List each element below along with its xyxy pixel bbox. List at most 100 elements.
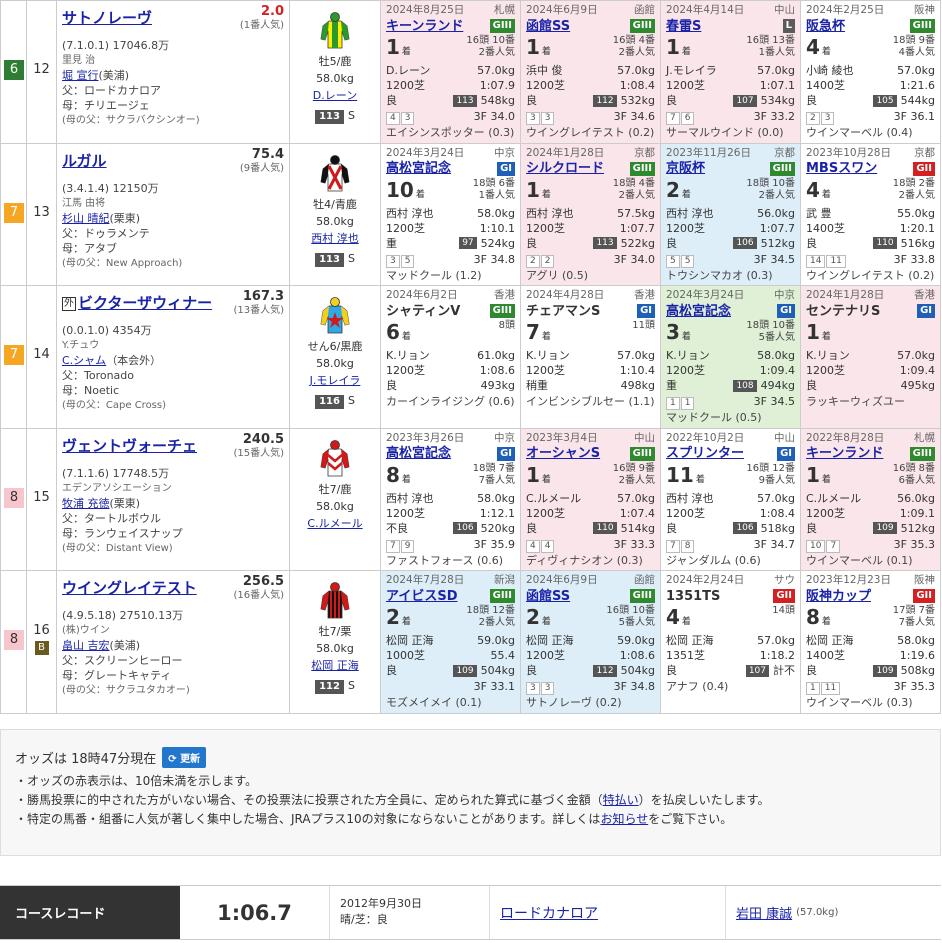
grade-badge: GIII <box>489 19 515 33</box>
past-race-link[interactable]: キーンランド <box>806 446 883 461</box>
finish-position-value: 2 <box>526 605 540 630</box>
past-race-cell: 2022年8月28日 札幌 キーンランド GIII 1 着 16頭 8番 6番人気 C.ル… <box>801 428 941 571</box>
past-race-link[interactable]: 高松宮記念 <box>386 161 451 176</box>
jockey-link[interactable]: 西村 淳也 <box>311 232 359 245</box>
waku-badge: 8 <box>4 487 24 508</box>
trainer-link[interactable]: 杉山 晴紀 <box>62 212 110 225</box>
field-size: 16頭 13番 <box>746 35 795 46</box>
trainer-link[interactable]: 牧浦 充徳 <box>62 497 110 510</box>
past-race-link[interactable]: オーシャンS <box>526 446 600 461</box>
course-record-jockey-link[interactable]: 岩田 康誠 <box>736 903 792 922</box>
past-race-venue: 札幌 <box>494 4 515 16</box>
finish-position-value: 11 <box>666 462 694 487</box>
past-race-link[interactable]: アイビスSD <box>386 589 458 604</box>
past-race-date: 2024年1月28日 <box>526 146 605 159</box>
past-track-line: 良 107 計不 <box>666 663 795 678</box>
past-race-link[interactable]: 阪急杯 <box>806 19 845 34</box>
track-condition: 不良 <box>386 521 408 535</box>
field-size: 18頭 10番 <box>746 320 795 332</box>
past-time: 1:12.1 <box>479 506 515 520</box>
field-info: 16頭 13番 1番人気 <box>746 35 795 59</box>
waku-cell: 7 <box>1 143 27 286</box>
track-condition: 良 <box>386 94 397 107</box>
refresh-button[interactable]: ⟳ 更新 <box>162 746 207 768</box>
past-jockey-line: 西村 淳也 58.0kg <box>386 491 515 506</box>
past-race-result: 8 着 18頭 7番 7番人気 <box>386 463 515 491</box>
jockey-link[interactable]: D.レーン <box>313 89 357 102</box>
speed-index-suffix: S <box>347 679 355 693</box>
horse-record-line: (0.0.1.0) 4354万 <box>62 323 284 338</box>
horse-name-link[interactable]: ルガル <box>62 150 107 171</box>
last-3f: 3F 34.6 <box>613 110 655 123</box>
horse-owner: エデンアソシエーション <box>62 482 172 494</box>
race-popularity: 2番人気 <box>478 617 515 629</box>
past-jockey: 西村 淳也 <box>666 491 714 505</box>
course-record-horse-link[interactable]: ロードカナロア <box>500 903 598 923</box>
jockey-link[interactable]: J.モレイラ <box>310 374 361 387</box>
oshirase-link[interactable]: お知らせ <box>600 812 648 826</box>
past-jockey-line: 松岡 正海 59.0kg <box>526 633 655 648</box>
past-time: 1:10.4 <box>619 364 655 378</box>
race-popularity: 2番人気 <box>758 189 795 201</box>
past-race-link[interactable]: スプリンター <box>666 446 744 461</box>
jockey-link[interactable]: C.ルメール <box>307 517 362 530</box>
course-record-time: 1:06.7 <box>180 886 330 939</box>
corner-pos-2: 3 <box>820 112 835 125</box>
past-race-link[interactable]: 函館SS <box>526 19 570 34</box>
past-race-header: 2024年4月14日 中山 <box>666 3 795 17</box>
past-race-link[interactable]: MBSスワン <box>806 161 877 176</box>
waku-badge: 8 <box>4 630 24 651</box>
past-race-link[interactable]: 阪神カップ <box>806 589 871 604</box>
horse-name-link[interactable]: ビクターザウィナー <box>78 292 212 313</box>
past-corner-line: 4 3 3F 34.0 <box>386 109 515 125</box>
past-race-link[interactable]: 高松宮記念 <box>666 304 731 319</box>
trainer-link[interactable]: 畠山 吉宏 <box>62 639 110 652</box>
past-index: 113 <box>593 237 617 250</box>
winner-info: ラッキーウィズユー <box>806 395 905 409</box>
tokubarai-link[interactable]: 特払い <box>603 793 639 807</box>
past-race-link[interactable]: シルクロード <box>526 161 604 176</box>
horse-name-link[interactable]: ウイングレイテスト <box>62 577 197 598</box>
finish-position: 4着 <box>806 178 831 207</box>
field-info: 17頭 7番 7番人気 <box>893 605 935 629</box>
past-race-link[interactable]: 高松宮記念 <box>386 446 451 461</box>
trainer-link[interactable]: 堀 宣行 <box>62 69 99 82</box>
past-track-line: 良 110 516kg <box>806 236 935 251</box>
past-race-link[interactable]: 函館SS <box>526 589 570 604</box>
horse-record: (7.1.0.1) <box>62 39 110 52</box>
past-corner-line: 4 4 3F 33.3 <box>526 537 655 553</box>
horse-name-link[interactable]: サトノレーヴ <box>62 7 152 28</box>
past-weight: 57.0kg <box>617 349 655 363</box>
past-race-header: 2024年6月2日 香港 <box>386 288 515 302</box>
past-jockey-line: 西村 淳也 56.0kg <box>666 206 795 221</box>
past-race-venue: 京都 <box>774 146 795 159</box>
finish-position-suffix: 着 <box>401 47 411 57</box>
past-race-cell: 2024年1月28日 香港 センテナリS GI 1着 K.リョン 57.0kg 120… <box>801 286 941 428</box>
past-dist-line: 1200芝 1:09.1 <box>806 506 935 521</box>
past-race-link[interactable]: キーンランド <box>386 19 463 34</box>
body-weight: 計不 <box>773 664 795 678</box>
past-weight: 58.0kg <box>757 349 795 363</box>
trainer-link[interactable]: C.シャム <box>62 354 106 367</box>
past-race-venue: 香港 <box>494 289 515 302</box>
horse-name-link[interactable]: ヴェントヴォーチェ <box>62 435 197 456</box>
past-corner-line: 3F 33.1 <box>386 679 515 695</box>
horse-record-line: (7.1.0.1) 17046.8万 <box>62 38 284 53</box>
finish-position-value: 8 <box>386 462 400 487</box>
course-record-date: 2012年9月30日 <box>340 897 422 910</box>
past-index: 112 <box>593 94 617 107</box>
jockey-link[interactable]: 松岡 正海 <box>311 659 359 672</box>
past-race-link[interactable]: 春雷S <box>666 19 701 34</box>
finish-position-value: 3 <box>666 320 680 345</box>
track-condition: 重 <box>386 236 397 250</box>
umaban-cell: 12 <box>27 1 57 143</box>
corner-pos-2: 4 <box>540 539 555 553</box>
track-condition: 稍重 <box>526 379 548 393</box>
past-race-result: 8 着 17頭 7番 7番人気 <box>806 605 935 633</box>
race-popularity: 2番人気 <box>618 47 655 58</box>
past-track-line: 良 495kg <box>806 378 935 393</box>
past-race-link[interactable]: 京阪杯 <box>666 161 705 176</box>
last-3f: 3F 34.0 <box>473 110 515 123</box>
past-race-venue: 中山 <box>774 431 795 444</box>
winner-info: カーインライジング (0.6) <box>386 395 515 409</box>
